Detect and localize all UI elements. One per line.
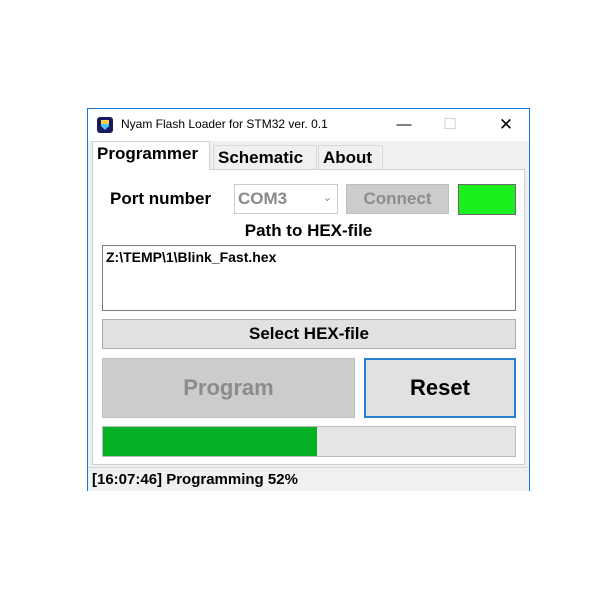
progress-bar-fill: [103, 427, 318, 456]
title-bar[interactable]: Nyam Flash Loader for STM32 ver. 0.1 — ☐…: [88, 109, 529, 141]
progress-bar: [102, 426, 516, 457]
tab-programmer[interactable]: Programmer: [92, 141, 210, 170]
chevron-down-icon: ⌄: [322, 192, 332, 204]
connection-status-indicator: [458, 184, 516, 215]
select-hex-file-button[interactable]: Select HEX-file: [102, 319, 516, 349]
minimize-button[interactable]: —: [381, 109, 427, 141]
hex-path-label: Path to HEX-file: [244, 221, 373, 240]
status-message: [16:07:46] Programming 52%: [92, 471, 298, 488]
tab-about[interactable]: About: [318, 145, 383, 169]
tab-schematic[interactable]: Schematic: [213, 145, 317, 169]
hex-path-value: Z:\TEMP\1\Blink_Fast.hex: [106, 249, 277, 265]
reset-button[interactable]: Reset: [364, 358, 516, 418]
connect-button[interactable]: Connect: [346, 184, 449, 214]
port-number-label: Port number: [110, 189, 212, 208]
program-button[interactable]: Program: [102, 358, 355, 418]
maximize-button[interactable]: ☐: [427, 109, 473, 141]
app-logo-icon: [97, 117, 113, 133]
port-select-value: COM3: [238, 189, 288, 208]
status-bar: [16:07:46] Programming 52%: [88, 467, 529, 491]
hex-path-field[interactable]: Z:\TEMP\1\Blink_Fast.hex: [102, 245, 516, 311]
app-window: Nyam Flash Loader for STM32 ver. 0.1 — ☐…: [87, 108, 530, 491]
tab-strip: Programmer Schematic About: [88, 141, 529, 170]
port-select[interactable]: COM3 ⌄: [234, 184, 338, 214]
close-button[interactable]: ✕: [483, 109, 529, 141]
window-title: Nyam Flash Loader for STM32 ver. 0.1: [121, 117, 328, 131]
